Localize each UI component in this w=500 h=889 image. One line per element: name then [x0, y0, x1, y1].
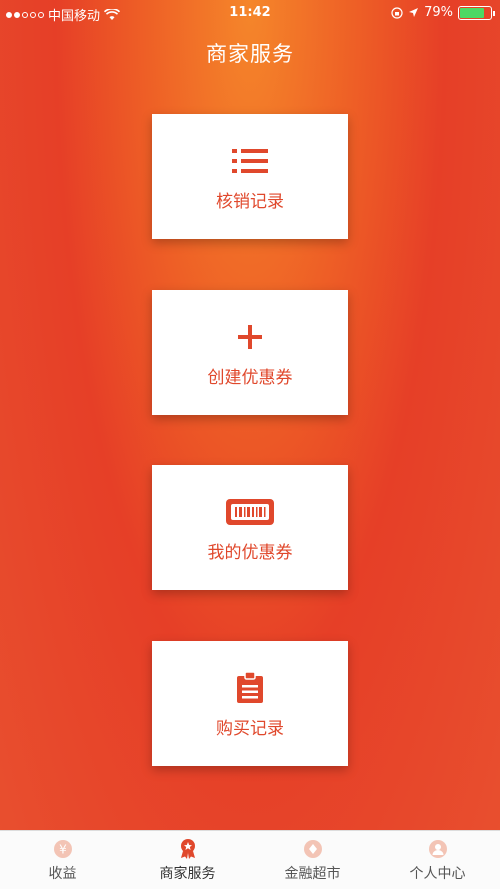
tab-merchant-services[interactable]: 商家服务	[125, 831, 250, 889]
list-icon	[232, 141, 268, 181]
yen-icon: ¥	[52, 838, 74, 860]
page-title: 商家服务	[206, 42, 294, 66]
tab-label: 金融超市	[284, 865, 341, 882]
card-label: 我的优惠券	[207, 543, 293, 563]
card-label: 购买记录	[216, 719, 284, 739]
status-bar: 中国移动 11:42 79%	[0, 0, 500, 26]
tab-label: 个人中心	[409, 865, 466, 882]
redemption-records-button[interactable]: 核销记录	[152, 114, 348, 239]
card-label: 核销记录	[216, 192, 284, 212]
orientation-lock-icon	[391, 6, 403, 19]
create-coupon-button[interactable]: 创建优惠券	[152, 290, 348, 415]
tab-personal-center[interactable]: 个人中心	[375, 831, 500, 889]
purchase-records-button[interactable]: 购买记录	[152, 641, 348, 766]
tab-label: 商家服务	[159, 865, 216, 882]
tab-label: 收益	[48, 865, 77, 882]
card-label: 创建优惠券	[207, 368, 293, 388]
my-coupons-button[interactable]: 我的优惠券	[152, 465, 348, 590]
person-icon	[427, 838, 449, 860]
plus-icon	[236, 317, 264, 357]
tab-finance-market[interactable]: 金融超市	[250, 831, 375, 889]
location-icon	[409, 8, 419, 17]
diamond-icon	[302, 838, 324, 860]
battery-percent: 79%	[424, 5, 453, 20]
badge-icon	[177, 838, 199, 860]
tab-earnings[interactable]: ¥ 收益	[0, 831, 125, 889]
clipboard-icon	[236, 668, 264, 708]
battery-icon	[458, 5, 495, 20]
svg-text:¥: ¥	[59, 842, 67, 856]
ticket-icon	[225, 492, 275, 532]
tab-bar: ¥ 收益 商家服务 金融超市 个人中心	[0, 830, 500, 889]
